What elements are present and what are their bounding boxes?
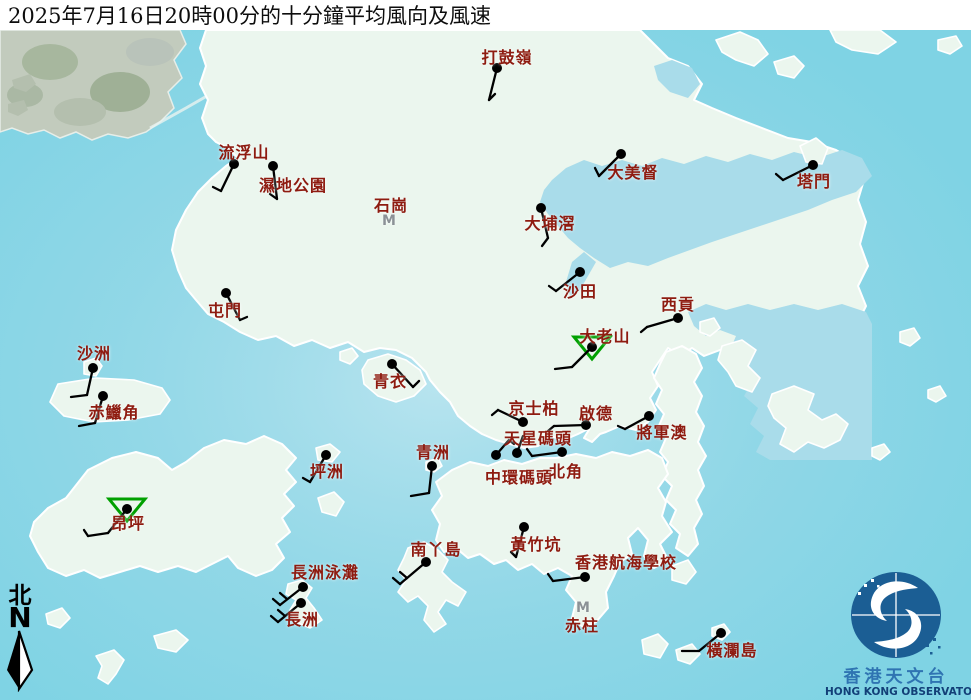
station-dot (298, 582, 308, 592)
wind-barb (548, 574, 553, 581)
wind-barb (413, 381, 419, 387)
station-dot (387, 359, 397, 369)
wind-barb (509, 440, 514, 444)
wind-barb (71, 395, 87, 397)
station-dot (616, 149, 626, 159)
north-compass: 北 N (2, 584, 38, 696)
hko-english-name: HONG KONG OBSERVATORY (825, 686, 967, 699)
station-dot (421, 557, 431, 567)
wind-barb (641, 327, 647, 332)
station-dot (492, 63, 502, 73)
wind-barb (280, 593, 287, 599)
north-letter-label: N (2, 606, 38, 630)
station-dot (229, 159, 239, 169)
hko-logo: 香港天文台 HONG KONG OBSERVATORY (825, 570, 967, 699)
wind-barb (618, 426, 625, 429)
station-dot (268, 161, 278, 171)
station-dot (519, 522, 529, 532)
wind-barb (548, 426, 554, 431)
wind-barb (273, 599, 280, 605)
station-dot (427, 461, 437, 471)
wind-barb (79, 423, 95, 426)
wind-barb (776, 174, 783, 180)
station-dot (580, 572, 590, 582)
wind-barb (303, 478, 310, 482)
north-arrow-icon (3, 630, 37, 692)
wind-barb (527, 449, 532, 456)
wind-barb (555, 367, 572, 369)
station-dot (808, 160, 818, 170)
wind-barb (542, 238, 548, 246)
wind-barb (271, 616, 278, 622)
wind-barb (393, 578, 400, 584)
page-title: 2025年7月16日20時00分的十分鐘平均風向及風速 (8, 0, 491, 30)
station-dot (518, 417, 528, 427)
station-dot (512, 448, 522, 458)
station-dot (587, 342, 597, 352)
hko-emblem-icon (846, 570, 946, 664)
station-dot (536, 203, 546, 213)
station-dot (557, 447, 567, 457)
wind-barb (411, 493, 429, 496)
wind-barb (492, 410, 498, 415)
station-dot (98, 391, 108, 401)
station-dot (321, 450, 331, 460)
station-dot (644, 411, 654, 421)
station-dot (575, 267, 585, 277)
wind-barb (84, 530, 88, 536)
wind-barb (240, 317, 247, 320)
station-dot (88, 363, 98, 373)
wind-barb (400, 572, 407, 578)
wind-barb (400, 562, 426, 584)
wind-barb (595, 168, 599, 176)
station-dot (581, 420, 591, 430)
hko-chinese-name: 香港天文台 (825, 669, 967, 686)
wind-barb (783, 165, 813, 180)
wind-barb (549, 286, 556, 291)
wind-barb (88, 533, 108, 536)
station-dot (673, 313, 683, 323)
title-bar: 2025年7月16日20時00分的十分鐘平均風向及風速 (0, 0, 971, 30)
station-dot (716, 628, 726, 638)
station-dot (221, 288, 231, 298)
station-dot (491, 450, 501, 460)
station-dot (122, 504, 132, 514)
wind-barb (278, 610, 285, 616)
wind-barb (213, 187, 221, 191)
wind-map-app: 打鼓嶺流浮山濕地公園石崗M大美督大埔滘塔門沙田屯門西貢大老山沙洲赤鱲角青衣京士柏… (0, 0, 971, 700)
wind-barb (511, 552, 516, 557)
station-dot (296, 598, 306, 608)
